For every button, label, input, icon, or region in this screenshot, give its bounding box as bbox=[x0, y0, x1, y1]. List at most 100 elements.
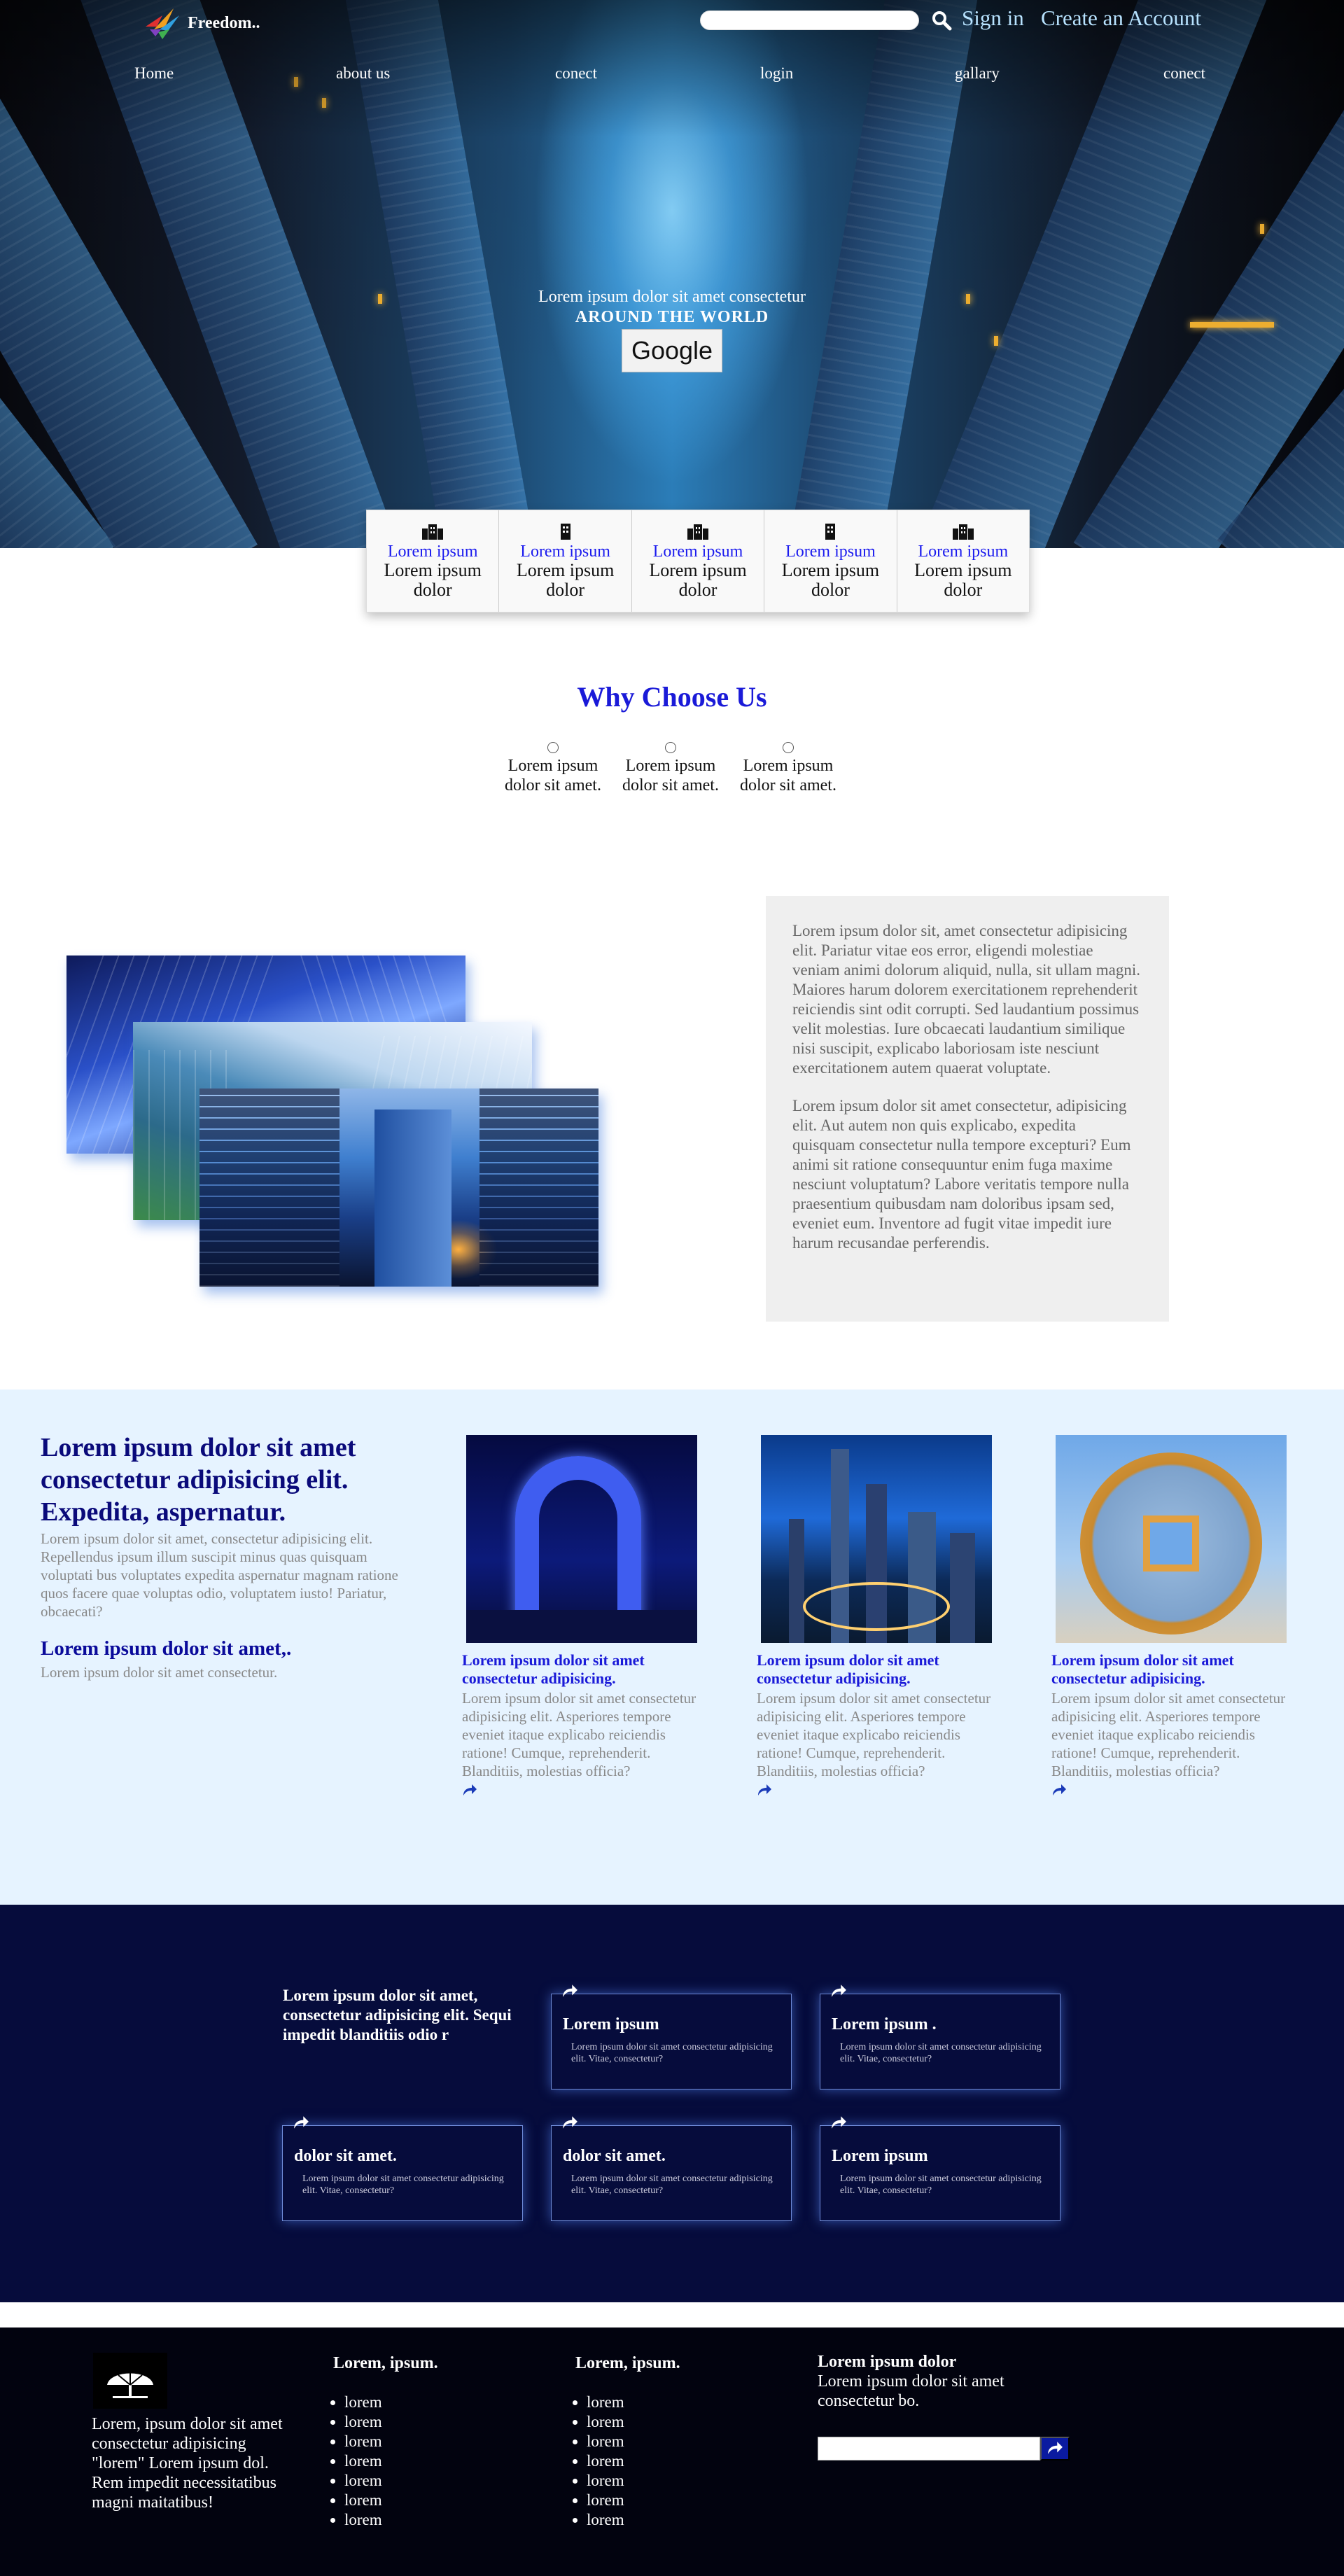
footer-link[interactable]: lorem bbox=[587, 2451, 680, 2471]
service-text: Lorem ipsum dolor sit amet consectetur a… bbox=[840, 2174, 1042, 2196]
share-icon[interactable] bbox=[561, 1983, 578, 1998]
search-icon[interactable] bbox=[931, 10, 952, 31]
bird-logo-icon bbox=[146, 8, 179, 39]
footer-link[interactable]: lorem bbox=[587, 2393, 680, 2412]
footer-link[interactable]: lorem bbox=[344, 2412, 438, 2432]
site-logo[interactable]: Freedom.. bbox=[141, 6, 260, 41]
share-icon[interactable] bbox=[1051, 1783, 1067, 1797]
footer-link[interactable]: lorem bbox=[344, 2432, 438, 2451]
feature-title: Lorem ipsum bbox=[785, 542, 876, 561]
card-image-skyline bbox=[761, 1435, 992, 1643]
about-paragraph-2: Lorem ipsum dolor sit amet consectetur, … bbox=[792, 1097, 1131, 1252]
footer-link[interactable]: lorem bbox=[587, 2491, 680, 2510]
why-item[interactable]: Lorem ipsum dolor sit amet. bbox=[497, 742, 609, 795]
radio-circle-icon[interactable] bbox=[783, 742, 794, 753]
share-icon[interactable] bbox=[830, 1983, 847, 1998]
footer-link[interactable]: lorem bbox=[344, 2393, 438, 2412]
service-card[interactable]: dolor sit amet. Lorem ipsum dolor sit am… bbox=[282, 2116, 523, 2221]
feature-item[interactable]: Lorem ipsum Lorem ipsum dolor bbox=[764, 510, 897, 612]
signin-link[interactable]: Sign in bbox=[962, 6, 1024, 31]
share-icon[interactable] bbox=[293, 2115, 309, 2130]
newsletter-title: Lorem ipsum dolor bbox=[818, 2353, 957, 2371]
feature-title: Lorem ipsum bbox=[918, 542, 1009, 561]
footer-link[interactable]: lorem bbox=[587, 2510, 680, 2530]
nav-gallary[interactable]: gallary bbox=[955, 64, 1000, 83]
why-item-label: Lorem ipsum dolor sit amet. bbox=[622, 757, 719, 794]
card-title[interactable]: Lorem ipsum dolor sit amet consectetur a… bbox=[757, 1651, 1009, 1688]
building-photo-3 bbox=[200, 1088, 598, 1287]
why-choose-list: Lorem ipsum dolor sit amet. Lorem ipsum … bbox=[497, 742, 847, 805]
footer-link[interactable]: lorem bbox=[344, 2510, 438, 2530]
feature-item[interactable]: Lorem ipsum Lorem ipsum dolor bbox=[367, 510, 500, 612]
service-card[interactable]: Lorem ipsum Lorem ipsum dolor sit amet c… bbox=[820, 2116, 1060, 2221]
main-nav: Home about us conect login gallary conec… bbox=[0, 64, 1344, 92]
card-title[interactable]: Lorem ipsum dolor sit amet consectetur a… bbox=[1051, 1651, 1303, 1688]
service-title: Lorem ipsum bbox=[563, 2015, 659, 2033]
feature-item[interactable]: Lorem ipsum Lorem ipsum dolor bbox=[897, 510, 1029, 612]
feature-subtitle: Lorem ipsum dolor bbox=[384, 560, 482, 600]
hero-tagline: Lorem ipsum dolor sit amet consectetur bbox=[538, 288, 806, 306]
building-icon bbox=[952, 524, 974, 540]
why-item[interactable]: Lorem ipsum dolor sit amet. bbox=[732, 742, 844, 795]
why-item-label: Lorem ipsum dolor sit amet. bbox=[740, 757, 836, 794]
tree-logo-icon bbox=[107, 2372, 153, 2398]
card-image-hotel bbox=[466, 1435, 697, 1643]
highlight-card: Lorem ipsum dolor sit amet consectetur a… bbox=[1051, 1435, 1303, 1800]
footer-logo[interactable] bbox=[93, 2353, 167, 2409]
feature-item[interactable]: Lorem ipsum Lorem ipsum dolor bbox=[632, 510, 765, 612]
footer-link[interactable]: lorem bbox=[344, 2451, 438, 2471]
share-icon[interactable] bbox=[830, 2115, 847, 2130]
about-textbox: Lorem ipsum dolor sit, amet consectetur … bbox=[766, 896, 1169, 1322]
footer-links-col-1: Lorem, ipsum. lorem lorem lorem lorem lo… bbox=[333, 2354, 438, 2530]
newsletter-submit-button[interactable] bbox=[1040, 2437, 1070, 2460]
feature-subtitle: Lorem ipsum dolor bbox=[914, 560, 1012, 600]
newsletter-text: Lorem ipsum dolor sit amet consectetur b… bbox=[818, 2372, 1004, 2410]
highlight-card: Lorem ipsum dolor sit amet consectetur a… bbox=[757, 1435, 1009, 1800]
service-title: Lorem ipsum bbox=[832, 2147, 928, 2165]
highlights-heading: Lorem ipsum dolor sit amet consectetur a… bbox=[41, 1433, 356, 1527]
footer-link[interactable]: lorem bbox=[344, 2491, 438, 2510]
footer-about: Lorem, ipsum dolor sit amet consectetur … bbox=[92, 2415, 283, 2512]
feature-subtitle: Lorem ipsum dolor bbox=[516, 560, 615, 600]
share-icon[interactable] bbox=[561, 2115, 578, 2130]
footer-link[interactable]: lorem bbox=[587, 2471, 680, 2491]
nav-home[interactable]: Home bbox=[134, 64, 174, 83]
services-heading: Lorem ipsum dolor sit amet, consectetur … bbox=[283, 1987, 512, 2043]
building-icon bbox=[560, 524, 570, 540]
feature-title: Lorem ipsum bbox=[387, 542, 478, 561]
card-title[interactable]: Lorem ipsum dolor sit amet consectetur a… bbox=[462, 1651, 714, 1688]
why-item[interactable]: Lorem ipsum dolor sit amet. bbox=[615, 742, 727, 795]
newsletter-block: Lorem ipsum dolor Lorem ipsum dolor sit … bbox=[818, 2353, 1070, 2460]
google-button[interactable]: Google bbox=[622, 329, 722, 372]
footer-links-col-2: Lorem, ipsum. lorem lorem lorem lorem lo… bbox=[575, 2354, 680, 2530]
highlight-card: Lorem ipsum dolor sit amet consectetur a… bbox=[462, 1435, 714, 1800]
service-card[interactable]: dolor sit amet. Lorem ipsum dolor sit am… bbox=[551, 2116, 792, 2221]
newsletter-email-input[interactable] bbox=[818, 2437, 1040, 2460]
feature-item[interactable]: Lorem ipsum Lorem ipsum dolor bbox=[499, 510, 632, 612]
radio-circle-icon[interactable] bbox=[547, 742, 559, 753]
why-item-label: Lorem ipsum dolor sit amet. bbox=[505, 757, 601, 794]
search-input[interactable] bbox=[700, 10, 919, 30]
radio-circle-icon[interactable] bbox=[665, 742, 676, 753]
service-card[interactable]: Lorem ipsum Lorem ipsum dolor sit amet c… bbox=[551, 1984, 792, 2090]
about-paragraph-1: Lorem ipsum dolor sit, amet consectetur … bbox=[792, 922, 1140, 1077]
card-image-coin-building bbox=[1056, 1435, 1287, 1643]
nav-conect[interactable]: conect bbox=[555, 64, 597, 83]
feature-subtitle: Lorem ipsum dolor bbox=[781, 560, 880, 600]
site-footer: Lorem, ipsum dolor sit amet consectetur … bbox=[0, 2328, 1344, 2576]
service-text: Lorem ipsum dolor sit amet consectetur a… bbox=[302, 2174, 504, 2196]
share-icon[interactable] bbox=[462, 1783, 477, 1797]
create-account-link[interactable]: Create an Account bbox=[1041, 6, 1201, 31]
feature-strip: Lorem ipsum Lorem ipsum dolor Lorem ipsu… bbox=[366, 510, 1030, 612]
service-card[interactable]: Lorem ipsum . Lorem ipsum dolor sit amet… bbox=[820, 1984, 1060, 2090]
share-icon[interactable] bbox=[757, 1783, 772, 1797]
card-text: Lorem ipsum dolor sit amet consectetur a… bbox=[1051, 1690, 1286, 1779]
nav-login[interactable]: login bbox=[760, 64, 793, 83]
footer-link[interactable]: lorem bbox=[587, 2432, 680, 2451]
nav-about-us[interactable]: about us bbox=[336, 64, 390, 83]
footer-link[interactable]: lorem bbox=[344, 2471, 438, 2491]
service-text: Lorem ipsum dolor sit amet consectetur a… bbox=[840, 2042, 1042, 2064]
service-title: Lorem ipsum . bbox=[832, 2015, 937, 2033]
footer-link[interactable]: lorem bbox=[587, 2412, 680, 2432]
nav-conect-2[interactable]: conect bbox=[1163, 64, 1205, 83]
